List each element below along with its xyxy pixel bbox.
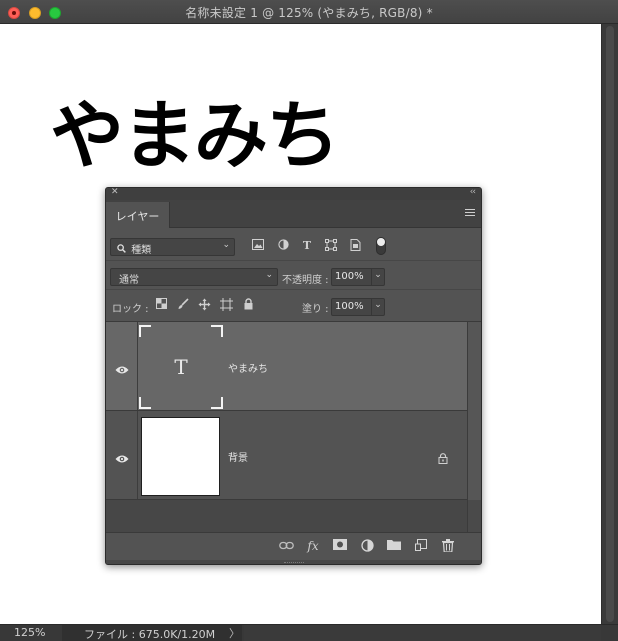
status-chevron-icon[interactable]: 〉 bbox=[229, 625, 240, 641]
visibility-column bbox=[106, 322, 138, 410]
filter-kind-value: 種類 bbox=[131, 245, 152, 256]
eye-icon[interactable] bbox=[115, 449, 129, 468]
visibility-column bbox=[106, 411, 138, 499]
filter-toggle-switch[interactable] bbox=[376, 237, 386, 255]
opacity-field[interactable]: 100% ⌄ bbox=[331, 268, 385, 286]
zoom-level[interactable]: 125% bbox=[14, 626, 45, 639]
chevron-down-icon: ⌄ bbox=[265, 270, 273, 280]
mask-icon[interactable] bbox=[332, 539, 348, 555]
type-layer-thumbnail[interactable]: T bbox=[139, 325, 223, 409]
panel-collapse-icon[interactable]: ‹‹ bbox=[470, 188, 476, 197]
blend-row: 通常 ⌄ 不透明度 : 100% ⌄ bbox=[106, 261, 481, 290]
panel-header: ✕ ‹‹ bbox=[106, 188, 481, 200]
layer-name[interactable]: やまみち bbox=[228, 360, 268, 375]
lock-move-icon[interactable] bbox=[197, 298, 211, 312]
lock-icon[interactable] bbox=[438, 449, 448, 468]
blend-mode-value: 通常 bbox=[119, 275, 139, 286]
layers-scrollbar[interactable] bbox=[467, 322, 481, 532]
opacity-label: 不透明度 : bbox=[282, 275, 329, 286]
layer-row-background[interactable]: 背景 bbox=[106, 411, 467, 500]
trash-icon[interactable] bbox=[440, 539, 456, 555]
background-layer-thumbnail[interactable] bbox=[141, 417, 220, 496]
window-title-bar: 名称未設定 1 @ 125% (やまみち, RGB/8) * bbox=[0, 0, 618, 24]
filter-kind-select[interactable]: 種類 ⌄ bbox=[110, 238, 235, 256]
layers-list: T やまみち 背景 bbox=[106, 322, 467, 532]
panel-tab-row: レイヤー bbox=[106, 200, 481, 228]
lock-row: ロック : 塗り : 100% ⌄ bbox=[106, 290, 481, 322]
vertical-scroll-thumb[interactable] bbox=[606, 26, 614, 622]
layer-name[interactable]: 背景 bbox=[228, 449, 248, 464]
lock-transparency-icon[interactable] bbox=[154, 298, 168, 312]
smart-object-filter-icon[interactable] bbox=[348, 239, 362, 253]
layer-filter-row: 種類 ⌄ T bbox=[106, 229, 481, 261]
status-bar: 125% ファイル : 675.0K/1.20M 〉 bbox=[0, 624, 618, 641]
panel-resize-grip[interactable] bbox=[106, 560, 481, 564]
file-info[interactable]: ファイル : 675.0K/1.20M 〉 bbox=[62, 625, 242, 641]
link-icon[interactable] bbox=[278, 539, 294, 555]
search-icon bbox=[117, 244, 126, 256]
lock-all-icon[interactable] bbox=[241, 298, 255, 312]
lock-artboard-icon[interactable] bbox=[219, 298, 233, 312]
layers-panel: ✕ ‹‹ レイヤー 種類 ⌄ T 通常 ⌄ 不透明度: 100% ⌄ ロック … bbox=[105, 187, 482, 565]
type-icon: T bbox=[174, 355, 188, 379]
vertical-scrollbar[interactable] bbox=[601, 24, 618, 624]
panel-bottom-toolbar: fx bbox=[106, 532, 481, 560]
fx-icon[interactable]: fx bbox=[305, 539, 321, 555]
panel-close-icon[interactable]: ✕ bbox=[111, 188, 119, 197]
eye-icon[interactable] bbox=[115, 360, 129, 379]
lock-paint-icon[interactable] bbox=[176, 298, 190, 312]
window-title: 名称未設定 1 @ 125% (やまみち, RGB/8) * bbox=[185, 6, 433, 20]
blend-mode-select[interactable]: 通常 ⌄ bbox=[110, 268, 278, 286]
horizontal-scrollbar[interactable] bbox=[244, 625, 601, 641]
panel-menu-icon[interactable] bbox=[465, 209, 475, 218]
canvas-text-layer[interactable]: やまみち bbox=[50, 76, 340, 183]
fill-field[interactable]: 100% ⌄ bbox=[331, 298, 385, 316]
shape-filter-icon[interactable] bbox=[324, 239, 338, 253]
layers-scroll-thumb[interactable] bbox=[468, 322, 481, 500]
new-layer-icon[interactable] bbox=[413, 539, 429, 555]
type-filter-icon[interactable]: T bbox=[300, 239, 314, 253]
pixel-filter-icon[interactable] bbox=[251, 239, 265, 253]
file-info-text: ファイル : 675.0K/1.20M bbox=[84, 628, 216, 641]
lock-label: ロック : bbox=[112, 304, 149, 315]
opacity-chevron-icon[interactable]: ⌄ bbox=[371, 269, 384, 285]
fill-chevron-icon[interactable]: ⌄ bbox=[371, 299, 384, 315]
tab-layers[interactable]: レイヤー bbox=[106, 202, 170, 228]
fill-value: 100% bbox=[335, 301, 364, 312]
layer-row-text[interactable]: T やまみち bbox=[106, 322, 467, 411]
adjustment-filter-icon[interactable] bbox=[276, 239, 290, 253]
opacity-value: 100% bbox=[335, 271, 364, 282]
folder-icon[interactable] bbox=[386, 539, 402, 555]
fill-label: 塗り : bbox=[302, 304, 329, 315]
chevron-down-icon: ⌄ bbox=[222, 240, 230, 250]
adjustment-icon[interactable] bbox=[359, 539, 375, 555]
